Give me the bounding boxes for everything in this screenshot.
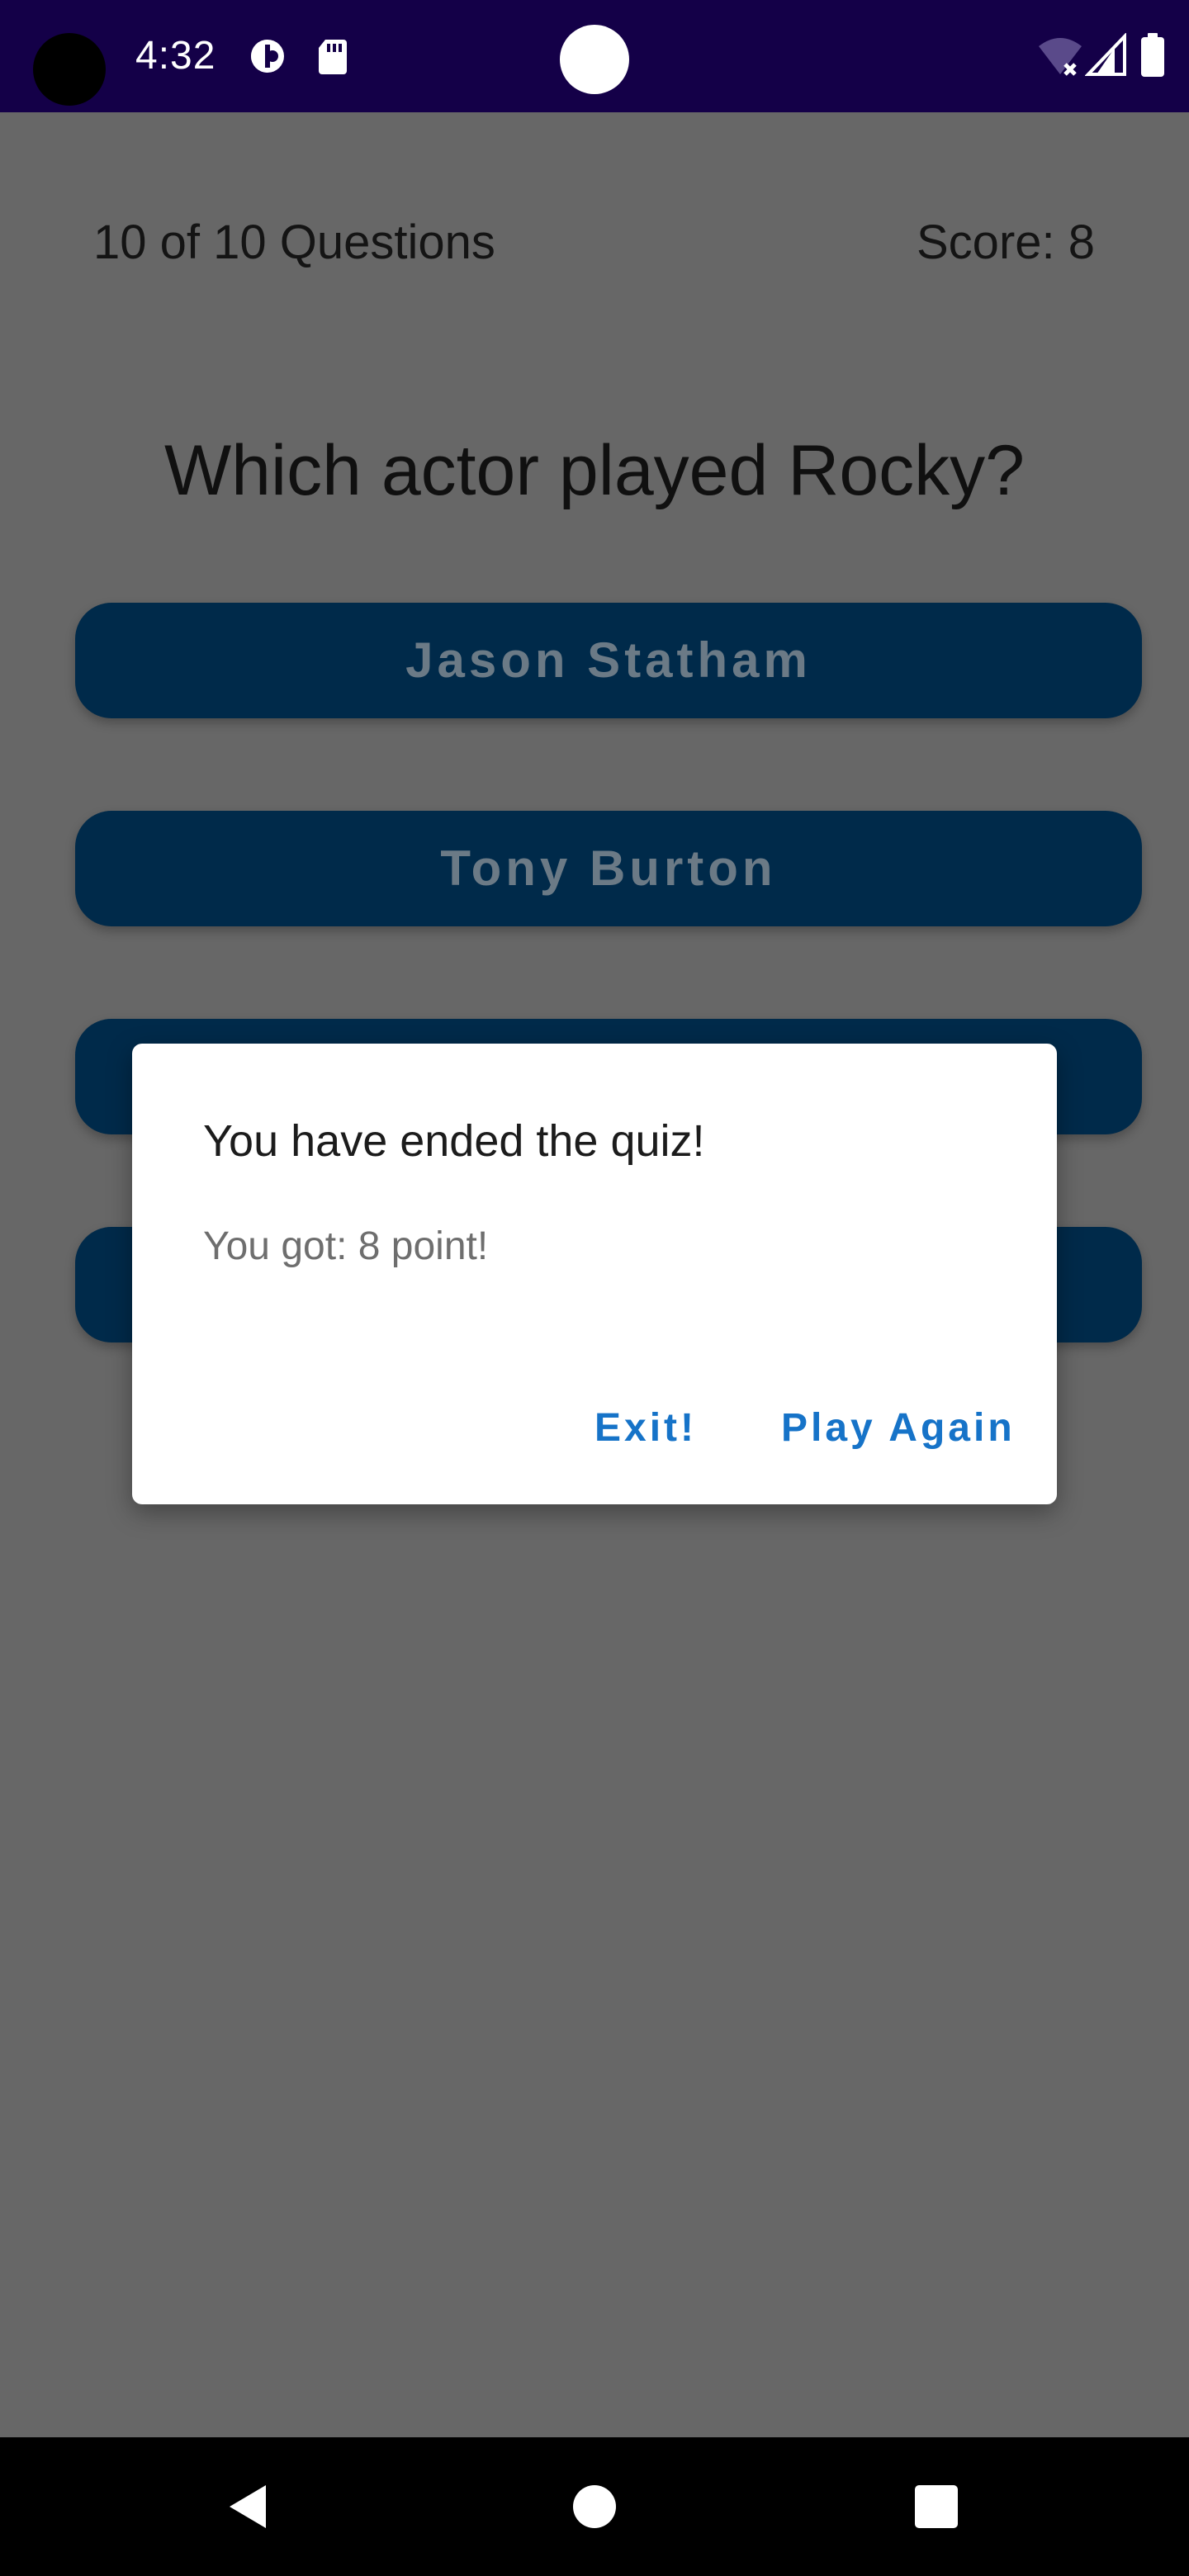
camera-cutout <box>33 33 106 106</box>
status-time: 4:32 <box>135 34 216 78</box>
recents-icon <box>915 2485 958 2528</box>
back-button[interactable] <box>182 2437 314 2576</box>
score-label: Score: 8 <box>917 215 1095 269</box>
sd-card-icon <box>319 40 347 74</box>
cell-signal-icon <box>1085 33 1126 76</box>
wifi-off-icon <box>1039 38 1082 76</box>
navigation-bar <box>0 2437 1189 2576</box>
dialog-title: You have ended the quiz! <box>203 1116 705 1166</box>
answer-button-2[interactable]: Tony Burton <box>75 811 1142 926</box>
back-icon <box>230 2485 266 2528</box>
home-icon <box>573 2485 616 2528</box>
dialog-message: You got: 8 point! <box>203 1224 489 1268</box>
answer-button-1[interactable]: Jason Statham <box>75 603 1142 718</box>
data-saver-icon <box>251 40 284 73</box>
question-text: Which actor played Rocky? <box>164 431 1025 510</box>
home-button[interactable] <box>528 2437 661 2576</box>
play-again-button[interactable]: Play Again <box>781 1395 1016 1461</box>
recents-button[interactable] <box>870 2437 1002 2576</box>
status-bar: 4:32 <box>0 0 1189 112</box>
quiz-result-dialog: You have ended the quiz! You got: 8 poin… <box>132 1044 1057 1504</box>
battery-icon <box>1141 33 1164 77</box>
exit-button[interactable]: Exit! <box>594 1395 697 1461</box>
front-camera-dot <box>560 25 629 94</box>
question-progress: 10 of 10 Questions <box>93 215 495 269</box>
